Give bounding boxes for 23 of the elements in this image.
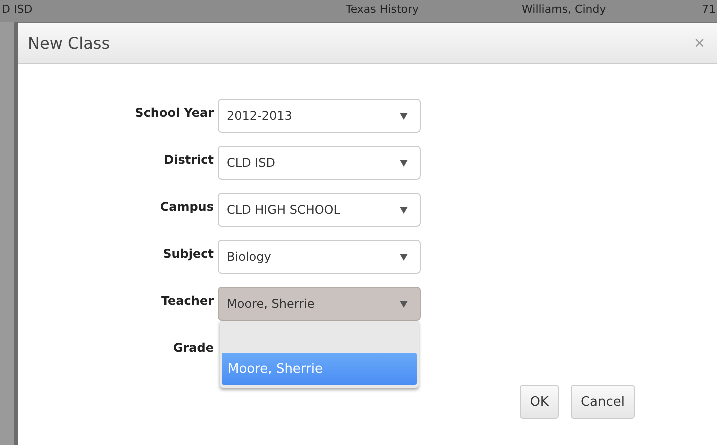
field-label: Campus <box>159 199 215 214</box>
table-cell: 71 <box>702 3 716 16</box>
caret-icon <box>400 300 408 308</box>
caret-icon <box>400 112 408 120</box>
dialog-title: New Class <box>28 34 110 52</box>
dropdown[interactable]: CLD ISD <box>218 146 421 180</box>
dropdown[interactable]: CLD HIGH SCHOOL <box>218 193 421 227</box>
dropdown[interactable]: 2012-2013 <box>218 99 421 133</box>
caret-icon <box>400 206 408 214</box>
caret-icon <box>400 254 408 260</box>
field-label: School Year <box>134 105 215 120</box>
table-cell: Texas History <box>346 3 420 16</box>
dialog-button[interactable]: OK <box>520 385 559 419</box>
field-label: Teacher <box>160 293 215 308</box>
table-cell: D ISD <box>2 3 33 16</box>
table-cell: Williams, Cindy <box>522 3 606 16</box>
dropdown[interactable]: Biology <box>218 240 421 274</box>
field-label: Subject <box>162 246 215 261</box>
field-label: Grade <box>172 340 215 355</box>
field-label: District <box>163 152 215 167</box>
dropdown[interactable]: Moore, Sherrie <box>218 287 421 321</box>
dialog-button[interactable]: Cancel <box>570 385 635 419</box>
caret-icon <box>400 160 408 166</box>
